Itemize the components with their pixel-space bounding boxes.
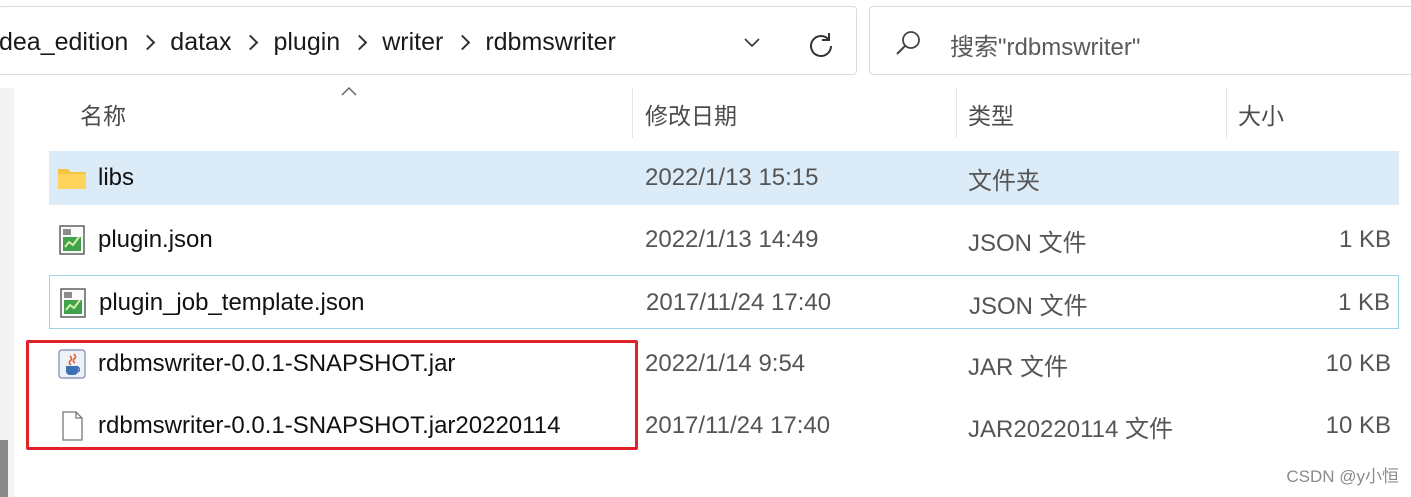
file-row-libs[interactable]: libs 2022/1/13 15:15 文件夹	[49, 151, 1399, 205]
highlight-annotation-box	[26, 340, 638, 450]
watermark: CSDN @y小恒	[1286, 467, 1399, 486]
sort-ascending-icon	[341, 86, 357, 96]
file-size: 1 KB	[1338, 226, 1391, 253]
column-header-type[interactable]: 类型	[968, 88, 1014, 140]
column-divider[interactable]	[956, 88, 957, 138]
file-date: 2017/11/24 17:40	[646, 289, 832, 316]
chevron-down-icon[interactable]	[744, 35, 760, 51]
breadcrumb-item-writer[interactable]: writer	[382, 28, 443, 57]
breadcrumb-item-rdbmswriter[interactable]: rdbmswriter	[485, 28, 616, 57]
breadcrumb-item-dea-edition[interactable]: dea_edition	[0, 28, 128, 57]
breadcrumb-item-datax[interactable]: datax	[170, 28, 231, 57]
file-date: 2017/11/24 17:40	[645, 412, 831, 439]
file-row-plugin-job-template-json[interactable]: plugin_job_template.json 2017/11/24 17:4…	[49, 275, 1399, 329]
folder-icon	[58, 169, 86, 189]
navigation-scrollbar[interactable]	[0, 440, 8, 497]
file-name: libs	[98, 164, 135, 191]
file-type: JSON 文件	[969, 292, 1088, 320]
breadcrumb-separator-icon[interactable]	[455, 34, 471, 50]
file-size: 1 KB	[1337, 289, 1390, 316]
refresh-icon[interactable]	[807, 31, 835, 59]
breadcrumb-item-plugin[interactable]: plugin	[273, 28, 340, 57]
file-date: 2022/1/14 9:54	[645, 350, 806, 377]
column-header-name[interactable]: 名称	[80, 88, 126, 140]
breadcrumb: dea_edition datax plugin writer rdbmswri…	[0, 27, 616, 57]
column-divider[interactable]	[1226, 88, 1227, 138]
file-date: 2022/1/13 15:15	[645, 164, 819, 191]
file-type: 文件夹	[968, 167, 1040, 195]
file-row-plugin-json[interactable]: plugin.json 2022/1/13 14:49 JSON 文件 1 KB	[49, 213, 1399, 267]
search-box[interactable]: 搜索"rdbmswriter"	[869, 6, 1411, 75]
column-header-size[interactable]: 大小	[1238, 88, 1284, 140]
address-bar[interactable]: dea_edition datax plugin writer rdbmswri…	[0, 6, 857, 75]
file-name: plugin_job_template.json	[99, 289, 365, 316]
column-divider[interactable]	[632, 88, 633, 138]
file-size: 10 KB	[1325, 412, 1391, 439]
json-file-icon	[60, 288, 86, 318]
file-type: JAR 文件	[968, 353, 1069, 381]
file-date: 2022/1/13 14:49	[645, 226, 819, 253]
file-size: 10 KB	[1325, 350, 1391, 377]
file-type: JSON 文件	[968, 229, 1087, 257]
breadcrumb-separator-icon[interactable]	[243, 34, 259, 50]
file-type: JAR20220114 文件	[968, 415, 1174, 443]
breadcrumb-separator-icon[interactable]	[351, 34, 368, 50]
column-header-date[interactable]: 修改日期	[645, 88, 737, 140]
file-name: plugin.json	[98, 226, 213, 253]
breadcrumb-separator-icon[interactable]	[140, 34, 156, 50]
json-file-icon	[59, 225, 85, 255]
navigation-pane	[0, 88, 14, 497]
search-icon	[896, 31, 920, 55]
search-input[interactable]: 搜索"rdbmswriter"	[950, 27, 1140, 62]
